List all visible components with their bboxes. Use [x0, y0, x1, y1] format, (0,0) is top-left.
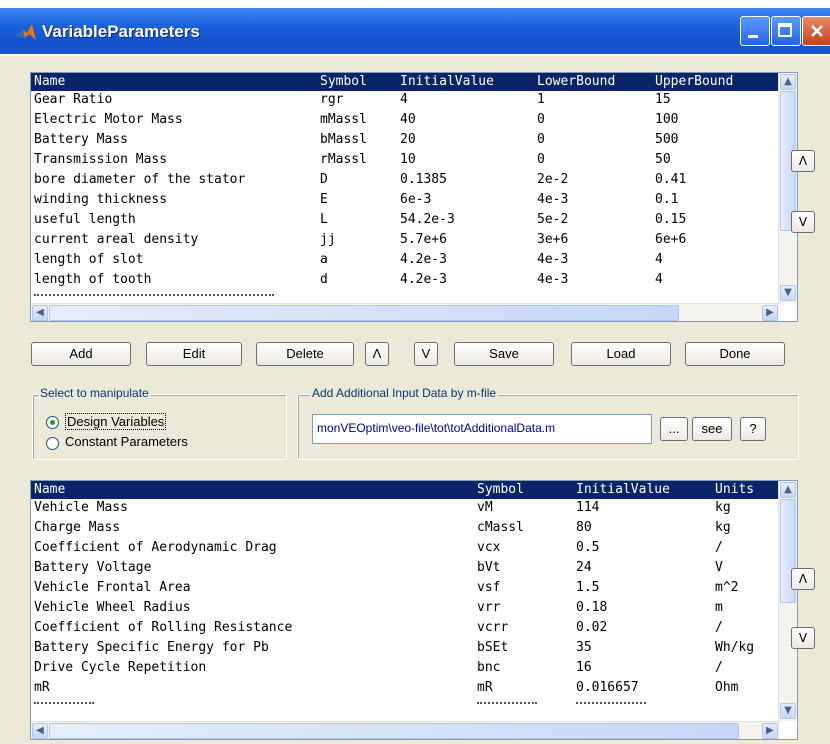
radio-label[interactable]: Design Variables: [65, 413, 167, 430]
delete-button[interactable]: Delete: [256, 342, 354, 366]
table-row[interactable]: Vehicle Wheel Radius vrr 0.18 m: [31, 598, 797, 618]
move-up-button[interactable]: Λ: [791, 150, 815, 172]
scroll-left-icon[interactable]: ◀: [32, 723, 48, 739]
manipulate-group: Select to manipulate Design Variables Co…: [32, 386, 287, 460]
help-button[interactable]: ?: [740, 417, 766, 441]
table-row[interactable]: mR mR 0.016657 Ohm: [31, 678, 797, 698]
table-header: Name Symbol InitialValue Units: [31, 481, 780, 499]
client-area: Name Symbol InitialValue LowerBound Uppe…: [13, 56, 830, 744]
scroll-down-icon[interactable]: ▼: [780, 703, 796, 719]
row-up-button[interactable]: Λ: [365, 342, 389, 366]
group-title: Add Additional Input Data by m-file: [310, 386, 499, 400]
column-header[interactable]: UpperBound: [655, 73, 733, 91]
column-header[interactable]: Symbol: [320, 73, 367, 91]
row-down-button[interactable]: V: [414, 342, 438, 366]
table-row[interactable]: Coefficient of Aerodynamic Drag vcx 0.5 …: [31, 538, 797, 558]
maximize-icon: [778, 23, 792, 37]
save-button[interactable]: Save: [454, 342, 554, 366]
table-row[interactable]: Drive Cycle Repetition bnc 16 /: [31, 658, 797, 678]
scroll-thumb[interactable]: [49, 723, 739, 739]
horizontal-scrollbar[interactable]: ◀ ▶: [31, 303, 780, 321]
column-header[interactable]: Symbol: [477, 481, 524, 499]
table-row[interactable]: Battery Mass bMassl 20 0 500: [31, 130, 797, 150]
scroll-left-icon[interactable]: ◀: [32, 305, 48, 321]
table-row[interactable]: length of slot a 4.2e-3 4e-3 4: [31, 250, 797, 270]
browse-button[interactable]: ...: [660, 417, 688, 441]
scroll-up-icon[interactable]: ▲: [780, 482, 796, 498]
radio-label[interactable]: Constant Parameters: [65, 434, 188, 449]
close-icon: [811, 25, 823, 37]
table-row[interactable]: winding thickness E 6e-3 4e-3 0.1: [31, 190, 797, 210]
group-title: Select to manipulate: [38, 386, 151, 400]
window-title: VariableParameters: [42, 22, 200, 41]
vertical-scrollbar[interactable]: ▲ ▼: [778, 481, 797, 721]
table-row-partial: [31, 699, 797, 705]
table-row[interactable]: Gear Ratio rgr 4 1 15: [31, 90, 797, 110]
minimize-icon: [748, 35, 758, 38]
table-row[interactable]: Electric Motor Mass mMassl 40 0 100: [31, 110, 797, 130]
scroll-right-icon[interactable]: ▶: [762, 723, 778, 739]
maximize-button[interactable]: [771, 16, 801, 46]
table-row[interactable]: Battery Specific Energy for Pb bSEt 35 W…: [31, 638, 797, 658]
scroll-thumb[interactable]: [49, 305, 679, 321]
column-header[interactable]: Units: [715, 481, 754, 499]
add-button[interactable]: Add: [31, 342, 131, 366]
table-row[interactable]: current areal density jj 5.7e+6 3e+6 6e+…: [31, 230, 797, 250]
additional-input-group: Add Additional Input Data by m-file monV…: [297, 386, 799, 460]
table-row[interactable]: useful length L 54.2e-3 5e-2 0.15: [31, 210, 797, 230]
vertical-scrollbar[interactable]: ▲ ▼: [778, 73, 797, 303]
matlab-logo-icon: [16, 24, 36, 40]
column-header[interactable]: Name: [34, 481, 65, 499]
move-down-button[interactable]: V: [791, 211, 815, 233]
column-header[interactable]: Name: [34, 73, 65, 91]
table-row[interactable]: length of tooth d 4.2e-3 4e-3 4: [31, 270, 797, 290]
horizontal-scrollbar[interactable]: ◀ ▶: [31, 721, 780, 739]
move-up-button[interactable]: Λ: [791, 568, 815, 590]
table-row-partial: [31, 291, 797, 297]
constant-parameters-table[interactable]: Name Symbol InitialValue Units Vehicle M…: [30, 480, 798, 740]
table-row[interactable]: Battery Voltage bVt 24 V: [31, 558, 797, 578]
table-row[interactable]: Vehicle Mass vM 114 kg: [31, 498, 797, 518]
constant-parameters-radio[interactable]: [46, 437, 59, 450]
close-button[interactable]: [802, 16, 830, 46]
design-variables-table[interactable]: Name Symbol InitialValue LowerBound Uppe…: [30, 72, 798, 322]
table-row[interactable]: bore diameter of the stator D 0.1385 2e-…: [31, 170, 797, 190]
edit-button[interactable]: Edit: [146, 342, 242, 366]
table-row[interactable]: Charge Mass cMassl 80 kg: [31, 518, 797, 538]
window: VariableParameters Name Symbol InitialVa…: [0, 0, 830, 744]
minimize-button[interactable]: [740, 16, 770, 46]
table-row[interactable]: Transmission Mass rMassl 10 0 50: [31, 150, 797, 170]
done-button[interactable]: Done: [685, 342, 785, 366]
table-header: Name Symbol InitialValue LowerBound Uppe…: [31, 73, 780, 91]
table-row[interactable]: Vehicle Frontal Area vsf 1.5 m^2: [31, 578, 797, 598]
see-button[interactable]: see: [692, 417, 732, 441]
m-file-path-input[interactable]: monVEOptim\veo-file\tot\totAdditionalDat…: [312, 414, 652, 444]
column-header[interactable]: LowerBound: [537, 73, 615, 91]
column-header[interactable]: InitialValue: [576, 481, 670, 499]
load-button[interactable]: Load: [571, 342, 671, 366]
title-bar: VariableParameters: [0, 0, 830, 56]
scroll-right-icon[interactable]: ▶: [762, 305, 778, 321]
move-down-button[interactable]: V: [791, 627, 815, 649]
design-variables-radio[interactable]: [46, 416, 59, 429]
table-row[interactable]: Coefficient of Rolling Resistance vcrr 0…: [31, 618, 797, 638]
scroll-down-icon[interactable]: ▼: [780, 285, 796, 301]
scroll-up-icon[interactable]: ▲: [780, 74, 796, 90]
column-header[interactable]: InitialValue: [400, 73, 494, 91]
